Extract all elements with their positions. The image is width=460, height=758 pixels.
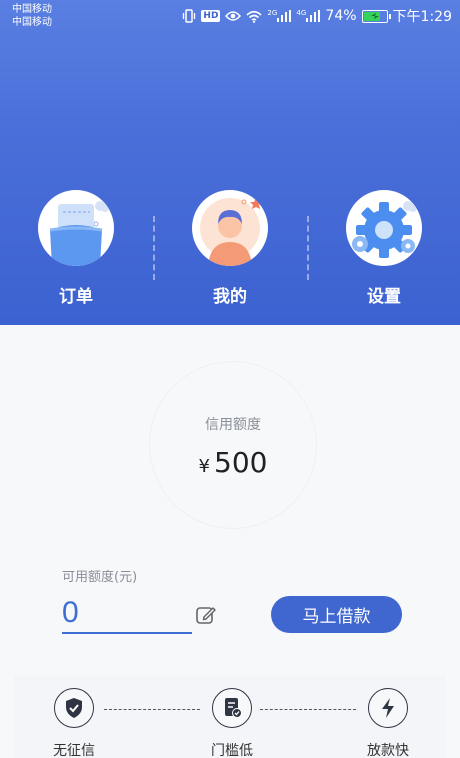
net-type-2: 4G	[296, 9, 307, 17]
feature-label: 门槛低	[211, 743, 253, 758]
shield-check-icon	[54, 688, 94, 728]
feature-no-credit-check: 无征信	[34, 688, 114, 758]
nav-divider	[307, 216, 309, 280]
nav-settings[interactable]: 设置	[324, 190, 444, 307]
currency-symbol: ¥	[198, 456, 210, 477]
battery-icon	[361, 9, 391, 23]
available-amount-input[interactable]	[62, 594, 192, 634]
status-icons: HD 2G 4G 74% 下午1:29	[182, 6, 452, 26]
features-bar: 无征信 门槛低 放款快	[14, 676, 446, 758]
credit-limit-card: 信用额度 ¥500	[150, 362, 316, 528]
signal-bars-icon	[277, 10, 292, 22]
nav-mine[interactable]: 我的	[170, 190, 290, 307]
nav-divider	[153, 216, 155, 280]
lightning-icon	[368, 688, 408, 728]
orders-label: 订单	[59, 287, 93, 307]
eye-icon	[225, 10, 242, 22]
carrier-2: 中国移动	[12, 17, 52, 28]
credit-amount-value: 500	[214, 446, 268, 479]
available-amount-label: 可用额度(元)	[62, 570, 138, 585]
feature-label: 放款快	[367, 743, 409, 758]
borrow-now-button[interactable]: 马上借款	[271, 596, 402, 633]
settings-gear-icon	[346, 190, 422, 266]
status-bar: 中国移动 中国移动 HD 2G 4G 74% 下午1:29	[0, 0, 460, 32]
document-check-icon	[212, 688, 252, 728]
vibrate-icon	[182, 9, 196, 23]
mine-label: 我的	[213, 287, 247, 307]
credit-limit-amount: ¥500	[150, 446, 316, 479]
carrier-info: 中国移动 中国移动	[12, 3, 52, 29]
profile-avatar-icon	[192, 190, 268, 266]
orders-icon	[38, 190, 114, 266]
nav-row: 订单 我的 设置	[0, 190, 460, 310]
feature-label: 无征信	[53, 743, 95, 758]
signal-4g: 4G	[296, 9, 321, 22]
clock: 下午1:29	[392, 9, 452, 25]
feature-connector	[104, 709, 200, 710]
settings-label: 设置	[367, 287, 401, 307]
net-type-1: 2G	[267, 9, 278, 17]
wifi-icon	[246, 10, 262, 23]
feature-low-threshold: 门槛低	[192, 688, 272, 758]
battery-percent: 74%	[325, 8, 357, 24]
feature-fast-payout: 放款快	[348, 688, 428, 758]
nav-orders[interactable]: 订单	[16, 190, 136, 307]
feature-connector	[260, 709, 356, 710]
signal-bars-icon	[306, 10, 321, 22]
credit-limit-label: 信用额度	[205, 417, 261, 433]
signal-2g: 2G	[267, 9, 292, 22]
edit-icon[interactable]	[195, 604, 217, 626]
header-banner: 中国移动 中国移动 HD 2G 4G 74% 下午1:29 订单 我的 设置	[0, 0, 460, 325]
carrier-1: 中国移动	[12, 4, 52, 15]
hd-icon: HD	[201, 10, 221, 22]
